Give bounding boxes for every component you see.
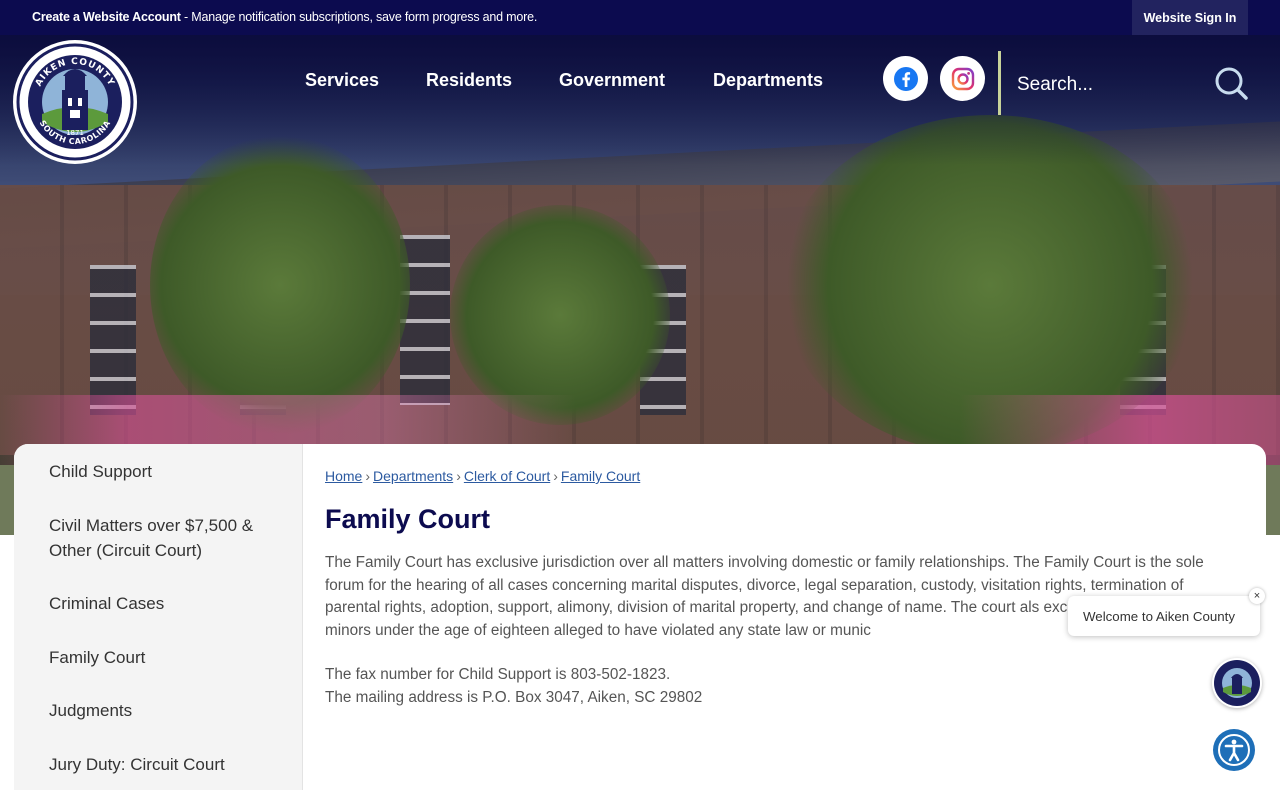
- fax-number: The fax number for Child Support is 803-…: [325, 666, 671, 683]
- page-title: Family Court: [325, 504, 491, 534]
- utility-bar: Create a Website Account - Manage notifi…: [0, 0, 1280, 35]
- nav-residents[interactable]: Residents: [426, 70, 512, 94]
- breadcrumb-clerk-of-court[interactable]: Clerk of Court: [464, 468, 550, 484]
- aiken-county-logo[interactable]: AIKEN COUNTY SOUTH CAROLINA 1871: [15, 42, 135, 162]
- hero-tree: [450, 205, 670, 425]
- search-divider: [998, 51, 1001, 115]
- sidebar-item-judgments[interactable]: Judgments: [49, 698, 269, 723]
- chat-welcome-bubble[interactable]: Welcome to Aiken County: [1068, 596, 1260, 636]
- main-nav: Services Residents Government Department…: [305, 70, 825, 94]
- nav-departments[interactable]: Departments: [713, 70, 825, 94]
- logo-year: 1871: [66, 129, 84, 137]
- sidebar-item-family-court[interactable]: Family Court: [49, 645, 269, 670]
- chat-avatar-button[interactable]: [1212, 658, 1262, 708]
- breadcrumb-separator: ›: [553, 468, 558, 484]
- instagram-link[interactable]: [940, 56, 985, 101]
- website-sign-in-button[interactable]: Website Sign In: [1132, 0, 1248, 35]
- search-button[interactable]: [1212, 64, 1250, 102]
- contact-info: The fax number for Child Support is 803-…: [325, 664, 702, 709]
- search-input[interactable]: [1015, 68, 1199, 102]
- accessibility-icon: [1218, 734, 1250, 766]
- sidebar-item-jury-duty[interactable]: Jury Duty: Circuit Court: [49, 752, 269, 777]
- breadcrumb-departments[interactable]: Departments: [373, 468, 453, 484]
- nav-government[interactable]: Government: [559, 70, 665, 94]
- chat-close-button[interactable]: ×: [1249, 588, 1265, 604]
- county-seal-icon: [1214, 660, 1260, 706]
- create-account-link[interactable]: Create a Website Account - Manage notifi…: [32, 10, 537, 24]
- breadcrumb: Home › Departments › Clerk of Court › Family C…: [325, 468, 640, 484]
- hero-tree: [150, 135, 410, 435]
- search-icon: [1215, 67, 1248, 100]
- breadcrumb-family-court[interactable]: Family Court: [561, 468, 640, 484]
- sidebar: Child Support Civil Matters over $7,500 …: [14, 444, 303, 790]
- hero-window: [90, 265, 136, 415]
- sidebar-item-criminal-cases[interactable]: Criminal Cases: [49, 591, 269, 616]
- sidebar-item-child-support[interactable]: Child Support: [49, 459, 269, 484]
- accessibility-button[interactable]: [1213, 729, 1255, 771]
- facebook-link[interactable]: [883, 56, 928, 101]
- instagram-icon: [951, 67, 974, 90]
- breadcrumb-separator: ›: [365, 468, 371, 484]
- facebook-icon: [893, 66, 918, 91]
- mailing-address: The mailing address is P.O. Box 3047, Ai…: [325, 688, 703, 706]
- nav-services[interactable]: Services: [305, 70, 379, 94]
- breadcrumb-home[interactable]: Home: [325, 468, 362, 484]
- sidebar-item-civil-matters[interactable]: Civil Matters over $7,500 & Other (Circu…: [49, 513, 269, 563]
- breadcrumb-separator: ›: [456, 468, 461, 484]
